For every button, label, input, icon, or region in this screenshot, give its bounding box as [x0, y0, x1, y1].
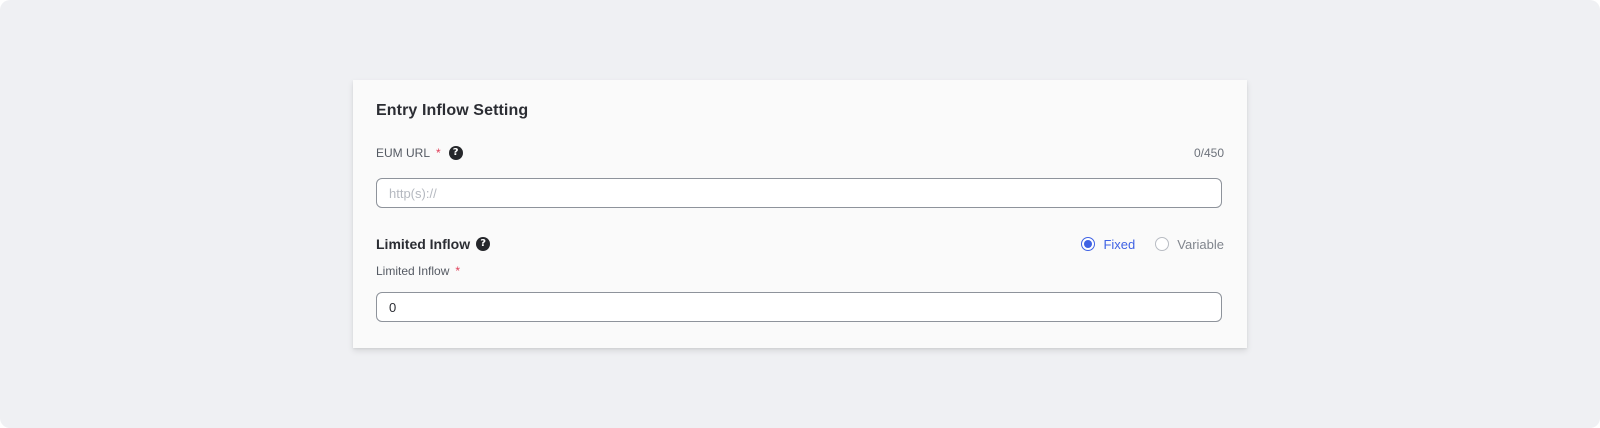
limited-inflow-section-row: Limited Inflow ? Fixed Variable [376, 236, 1224, 252]
required-marker: * [455, 264, 461, 278]
page-background: Entry Inflow Setting EUM URL * ? 0/450 L… [0, 0, 1600, 428]
radio-fixed-label[interactable]: Fixed [1103, 237, 1135, 252]
card-title: Entry Inflow Setting [376, 102, 529, 119]
required-marker: * [436, 146, 441, 160]
entry-inflow-setting-card: Entry Inflow Setting EUM URL * ? 0/450 L… [353, 80, 1247, 348]
limited-inflow-label: Limited Inflow * [376, 264, 460, 278]
eum-url-char-counter: 0/450 [1193, 146, 1224, 160]
eum-url-input[interactable] [377, 179, 1221, 207]
limited-inflow-input[interactable] [377, 293, 1221, 321]
radio-fixed[interactable]: Fixed [1081, 237, 1135, 252]
eum-url-label-text: EUM URL [376, 146, 431, 160]
limited-inflow-label-text: Limited Inflow [376, 264, 450, 278]
eum-url-label: EUM URL * ? [376, 146, 463, 160]
eum-url-input-box[interactable] [376, 178, 1222, 208]
question-circle-icon[interactable]: ? [448, 146, 463, 160]
question-circle-icon[interactable]: ? [476, 237, 491, 251]
eum-url-label-row: EUM URL * ? 0/450 [376, 146, 1224, 160]
limited-inflow-section-title: Limited Inflow ? [376, 236, 491, 252]
radio-variable[interactable]: Variable [1155, 237, 1224, 252]
limited-inflow-input-box[interactable] [376, 292, 1222, 322]
radio-checked-icon[interactable] [1081, 237, 1096, 251]
radio-unchecked-icon[interactable] [1155, 237, 1170, 251]
radio-variable-label[interactable]: Variable [1177, 237, 1224, 252]
limited-inflow-title-text: Limited Inflow [376, 236, 471, 252]
limited-inflow-label-row: Limited Inflow * [376, 264, 1224, 278]
inflow-mode-radio-group: Fixed Variable [1061, 237, 1224, 252]
